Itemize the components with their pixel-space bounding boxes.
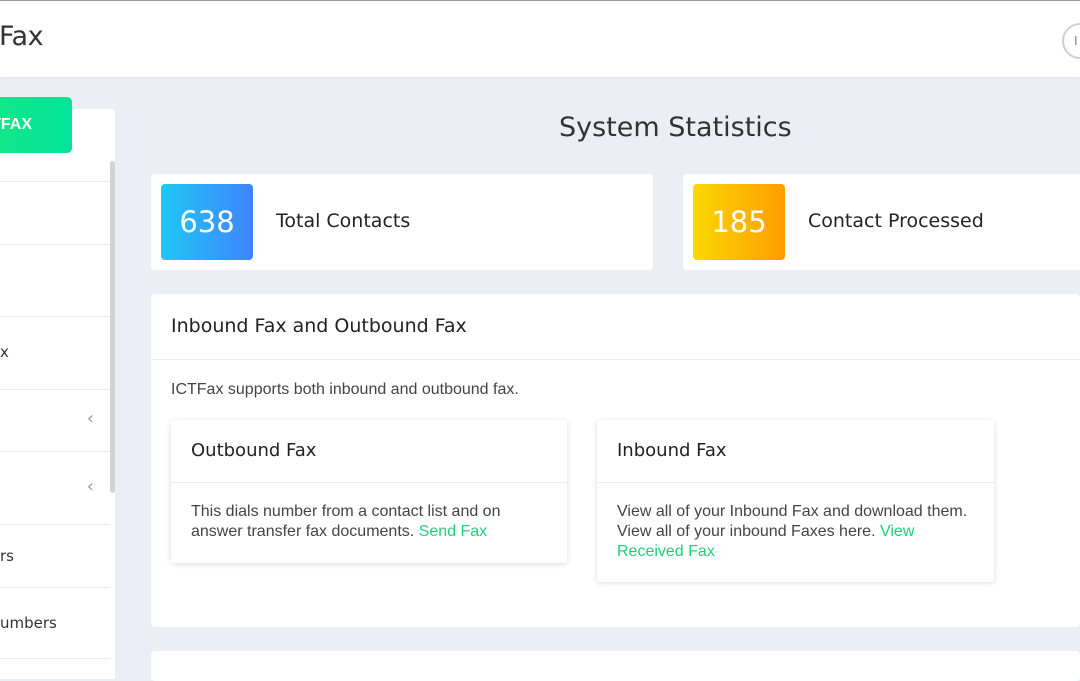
bottom-panel: [151, 651, 1080, 681]
divider: [597, 482, 994, 483]
stat-value: 185: [693, 184, 785, 260]
top-navbar: Fax I: [0, 0, 1080, 77]
card-text: View all of your inbound Faxes here.: [617, 523, 876, 540]
page-title: System Statistics: [559, 112, 792, 143]
panel-description: ICTFax supports both inbound and outboun…: [171, 381, 519, 398]
sidebar-item-submenu-2[interactable]: ‹: [0, 451, 110, 525]
sidebar-item-users[interactable]: rs: [0, 524, 110, 588]
sidebar-item-2[interactable]: [0, 244, 110, 317]
card-text: This dials number from a contact list an…: [191, 503, 501, 520]
sidebar-item-1[interactable]: [0, 181, 110, 245]
stat-card-total-contacts: 638 Total Contacts: [151, 174, 653, 270]
stat-card-contact-processed: 185 Contact Processed: [683, 174, 1080, 270]
sidebar-item-next[interactable]: [0, 658, 110, 678]
fax-info-panel: Inbound Fax and Outbound Fax ICTFax supp…: [151, 294, 1080, 627]
user-avatar[interactable]: I: [1062, 23, 1080, 59]
sidebar-item-label: rs: [0, 547, 14, 565]
card-title: Outbound Fax: [191, 440, 317, 461]
card-text: View all of your Inbound Fax and downloa…: [617, 503, 968, 520]
chevron-left-icon: ‹: [86, 408, 94, 429]
sidebar-item-label: x: [0, 343, 9, 361]
card-title: Inbound Fax: [617, 440, 727, 461]
stat-value: 638: [161, 184, 253, 260]
sidebar-item-numbers[interactable]: umbers: [0, 587, 110, 659]
card-body: View all of your Inbound Fax and downloa…: [617, 502, 967, 562]
panel-title: Inbound Fax and Outbound Fax: [171, 315, 467, 337]
divider: [171, 482, 567, 483]
stat-label: Contact Processed: [808, 210, 984, 232]
app-title: Fax: [0, 21, 44, 52]
inbound-fax-card: Inbound Fax View all of your Inbound Fax…: [597, 420, 994, 582]
sidebar-scrollbar[interactable]: [110, 161, 115, 493]
avatar-initial: I: [1074, 33, 1078, 48]
card-body: This dials number from a contact list an…: [191, 502, 500, 542]
outbound-fax-card: Outbound Fax This dials number from a co…: [171, 420, 567, 563]
view-received-fax-link[interactable]: Received Fax: [617, 543, 715, 560]
view-received-fax-link[interactable]: View: [880, 523, 914, 540]
sidebar-item-submenu-1[interactable]: ‹: [0, 389, 110, 452]
send-fax-link[interactable]: Send Fax: [419, 523, 487, 540]
sidebar-item-fax[interactable]: x: [0, 316, 110, 390]
stat-label: Total Contacts: [276, 210, 411, 232]
chevron-left-icon: ‹: [86, 476, 94, 497]
divider: [151, 359, 1080, 360]
card-text: answer transfer fax documents.: [191, 523, 415, 540]
sidebar-item-label: umbers: [0, 614, 57, 632]
brand-button[interactable]: TFAX: [0, 97, 72, 153]
